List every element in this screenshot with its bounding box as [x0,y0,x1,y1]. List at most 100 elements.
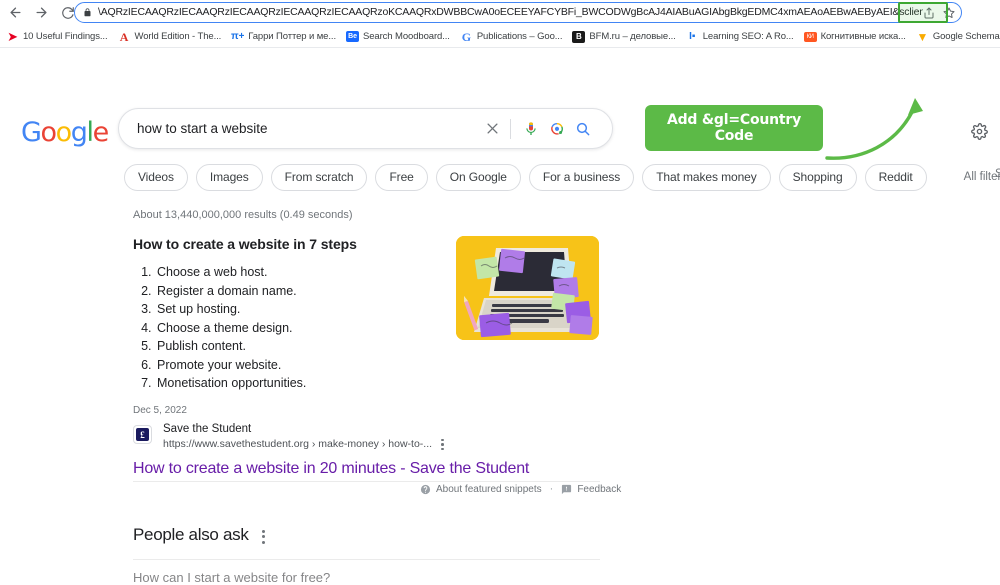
featured-snippet-date: Dec 5, 2022 [133,404,187,416]
pinterest-icon: ➤ [7,30,18,43]
bookmark-label: Publications – Goo... [476,31,563,42]
savethestudent-favicon-icon: £ [133,425,152,444]
letter-a-icon: A [119,30,129,43]
featured-snippet-divider [133,481,600,482]
logo-letter: e [92,117,110,148]
people-also-ask-divider [133,559,600,560]
favicon-glyph: £ [136,428,149,441]
filter-chip-images[interactable]: Images [195,163,263,191]
about-featured-snippets-link[interactable]: About featured snippets [436,484,542,495]
filter-chip-that-makes-money[interactable]: That makes money [642,163,771,191]
featured-snippet-source: £ Save the Student https://www.savethest… [133,422,529,478]
more-options-icon[interactable] [261,529,265,544]
gear-icon[interactable] [971,123,988,140]
search-box[interactable]: how to start a website [118,108,613,149]
filter-chip-for-a-business[interactable]: For a business [528,163,635,191]
feedback-button[interactable]: Feedback [561,484,621,495]
microphone-icon[interactable] [518,121,544,137]
more-options-icon[interactable] [441,438,444,451]
logo-letter: g [70,117,88,148]
bookmark-label: Google Schema.org... [932,31,1000,42]
bookmark-item[interactable]: ➤ 10 Useful Findings... [6,30,108,43]
filter-chip-videos[interactable]: Videos [124,163,188,191]
schema-funnel-icon: ▼ [916,30,929,43]
source-url: https://www.savethestudent.org › make-mo… [163,438,433,450]
curved-arrow-icon [825,98,923,160]
bookmark-item[interactable]: B BFM.ru – деловые... [572,30,676,43]
back-button[interactable] [3,1,27,25]
bfm-icon: B [572,30,586,43]
browser-chrome: \AQRzIECAAQRzIECAAQRzIECAAQRzIECAAQRzIEC… [0,0,1000,48]
filter-chips: Videos Images From scratch Free On Googl… [124,163,927,191]
bookmark-label: Когнитивные иска... [820,31,906,42]
featured-snippet-steps: Choose a web host. Register a domain nam… [133,263,443,393]
close-icon[interactable] [479,121,505,136]
filter-chip-reddit[interactable]: Reddit [864,163,927,191]
search-box-icons [479,118,612,139]
filter-chip-on-google[interactable]: On Google [435,163,521,191]
result-stats: About 13,440,000,000 results (0.49 secon… [133,209,353,221]
filter-chip-free[interactable]: Free [375,163,428,191]
featured-snippet: How to create a website in 7 steps Choos… [133,236,443,416]
pi-icon: π+ [231,30,245,42]
snippet-step: Promote your website. [155,356,443,375]
google-logo[interactable]: Google [21,117,110,148]
source-text-block: Save the Student https://www.savethestud… [163,422,444,451]
featured-snippet-thumbnail[interactable] [456,236,599,340]
google-search-results-page: Google how to start a website Add &gl=Co… [0,48,1000,585]
bookmark-item[interactable]: КИ Когнитивные иска... [803,31,906,42]
add-gl-country-code-button[interactable]: Add &gl=Country Code [645,105,823,151]
filter-chip-from-scratch[interactable]: From scratch [270,163,368,191]
search-filters-row: Videos Images From scratch Free On Googl… [0,160,1000,194]
bookmarks-bar: ➤ 10 Useful Findings... A World Edition … [0,26,1000,48]
bookmark-item[interactable]: π+ Гарри Поттер и ме... [231,30,336,43]
search-input[interactable]: how to start a website [137,121,479,136]
bookmark-label: World Edition - The... [134,31,222,42]
feedback-icon [561,484,572,495]
search-box-divider [510,118,511,139]
snippet-step: Choose a web host. [155,263,443,282]
source-url-row: https://www.savethestudent.org › make-mo… [163,437,444,451]
snippet-step: Set up hosting. [155,300,443,319]
source-site-name: Save the Student [163,423,252,435]
share-icon[interactable] [923,7,935,19]
behance-icon: Be [345,31,359,42]
google-scholar-icon: G [461,30,471,43]
bookmark-label: Learning SEO: A Ro... [702,31,794,42]
address-bar-actions [923,7,961,19]
bookmark-item[interactable]: Be Search Moodboard... [345,31,450,42]
bookmark-item[interactable]: A World Edition - The... [118,30,222,43]
footer-separator: · [549,483,554,495]
snippet-step: Monetisation opportunities. [155,374,443,393]
logo-letter: G [21,117,42,148]
featured-snippet-title: How to create a website in 7 steps [133,236,357,252]
snippet-step: Register a domain name. [155,282,443,301]
search-icon[interactable] [570,121,596,137]
people-also-ask-title: People also ask [133,525,249,544]
help-circle-icon [420,484,431,495]
bookmark-label: Search Moodboard... [362,31,450,42]
logo-letter: o [55,117,73,148]
bookmark-item[interactable]: I▪ Learning SEO: A Ro... [686,30,794,43]
featured-snippet-footer: About featured snippets · Feedback [420,483,621,495]
forward-button[interactable] [29,1,53,25]
google-lens-icon[interactable] [544,121,570,137]
feedback-label: Feedback [577,483,622,495]
bookmark-star-icon[interactable] [943,7,955,19]
snippet-step: Choose a theme design. [155,319,443,338]
people-also-ask-question[interactable]: How can I start a website for free? [133,570,600,585]
bookmark-label: Гарри Поттер и ме... [248,31,336,42]
address-bar[interactable]: \AQRzIECAAQRzIECAAQRzIECAAQRzIECAAQRzIEC… [74,2,962,23]
result-title-link[interactable]: How to create a website in 20 minutes - … [133,460,529,478]
safesearch-button[interactable]: S [995,168,1000,180]
bookmark-item[interactable]: ▼ Google Schema.org... [916,30,1000,43]
filter-chip-shopping[interactable]: Shopping [778,163,857,191]
people-also-ask-header: People also ask [133,525,600,545]
address-bar-url: \AQRzIECAAQRzIECAAQRzIECAAQRzIECAAQRzIEC… [98,6,923,18]
bookmark-item[interactable]: G Publications – Goo... [460,30,563,43]
bookmark-label: 10 Useful Findings... [23,31,108,42]
learning-seo-icon: I▪ [689,30,696,42]
kognitivnye-icon: КИ [803,31,817,42]
people-also-ask-section: People also ask How can I start a websit… [133,525,600,585]
bookmark-label: BFM.ru – деловые... [589,31,676,42]
